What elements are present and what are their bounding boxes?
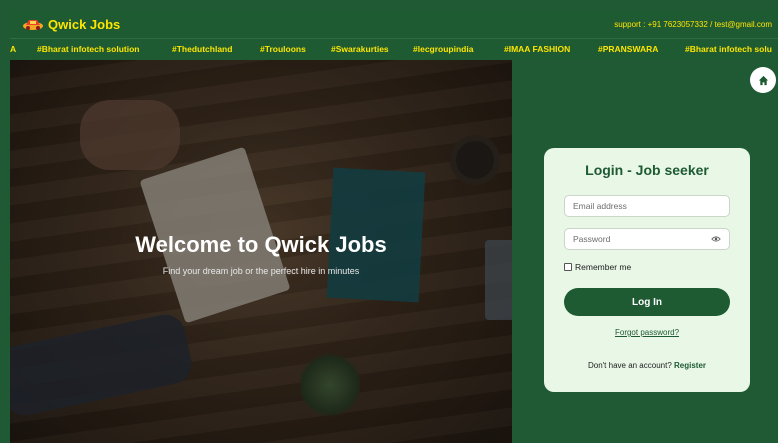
remember-checkbox[interactable] [564,263,572,271]
ticker-item[interactable]: #Thedutchland [172,44,232,54]
logo[interactable]: Qwick Jobs [22,17,120,32]
ticker-item[interactable]: #Trouloons [260,44,306,54]
home-button[interactable] [750,67,776,93]
email-field-wrapper [564,195,730,217]
password-input[interactable] [565,229,729,249]
hero-subtitle: Find your dream job or the perfect hire … [162,266,360,276]
ticker-item[interactable]: #lecgroupindia [413,44,473,54]
top-header: Qwick Jobs support : +91 7623057332 / te… [10,10,778,38]
ticker-item[interactable]: #PRANSWARA [598,44,658,54]
forgot-password-link[interactable]: Forgot password? [544,328,750,337]
brand-name: Qwick Jobs [48,16,121,32]
register-row: Don't have an account? Register [544,361,750,370]
ticker-item[interactable]: #Bharat infotech solu [685,44,772,54]
ticker-item[interactable]: #Swarakurties [331,44,389,54]
car-logo-icon [23,20,43,30]
register-link[interactable]: Register [674,361,706,370]
hero-title: Welcome to Qwick Jobs [135,232,387,257]
ticker-item[interactable]: #IMAA FASHION [504,44,570,54]
page: Qwick Jobs support : +91 7623057332 / te… [0,0,778,443]
ticker-item[interactable]: #Bharat infotech solution [37,44,139,54]
password-field-wrapper [564,228,730,250]
support-contact: support : +91 7623057332 / test@gmail.co… [614,19,772,29]
company-ticker: A #Bharat infotech solution #Thedutchlan… [10,38,778,60]
remember-label: Remember me [575,262,632,272]
hero-section: Welcome to Qwick Jobs Find your dream jo… [10,60,512,443]
remember-me[interactable]: Remember me [564,262,631,272]
no-account-text: Don't have an account? [587,361,672,370]
ticker-item[interactable]: A [10,44,16,54]
login-title: Login - Job seeker [585,162,709,178]
login-card: Login - Job seeker Remember me Log In Fo… [544,148,750,392]
email-input[interactable] [565,196,729,216]
eye-icon[interactable] [711,235,721,243]
login-button[interactable]: Log In [564,288,730,316]
home-icon [758,75,768,85]
